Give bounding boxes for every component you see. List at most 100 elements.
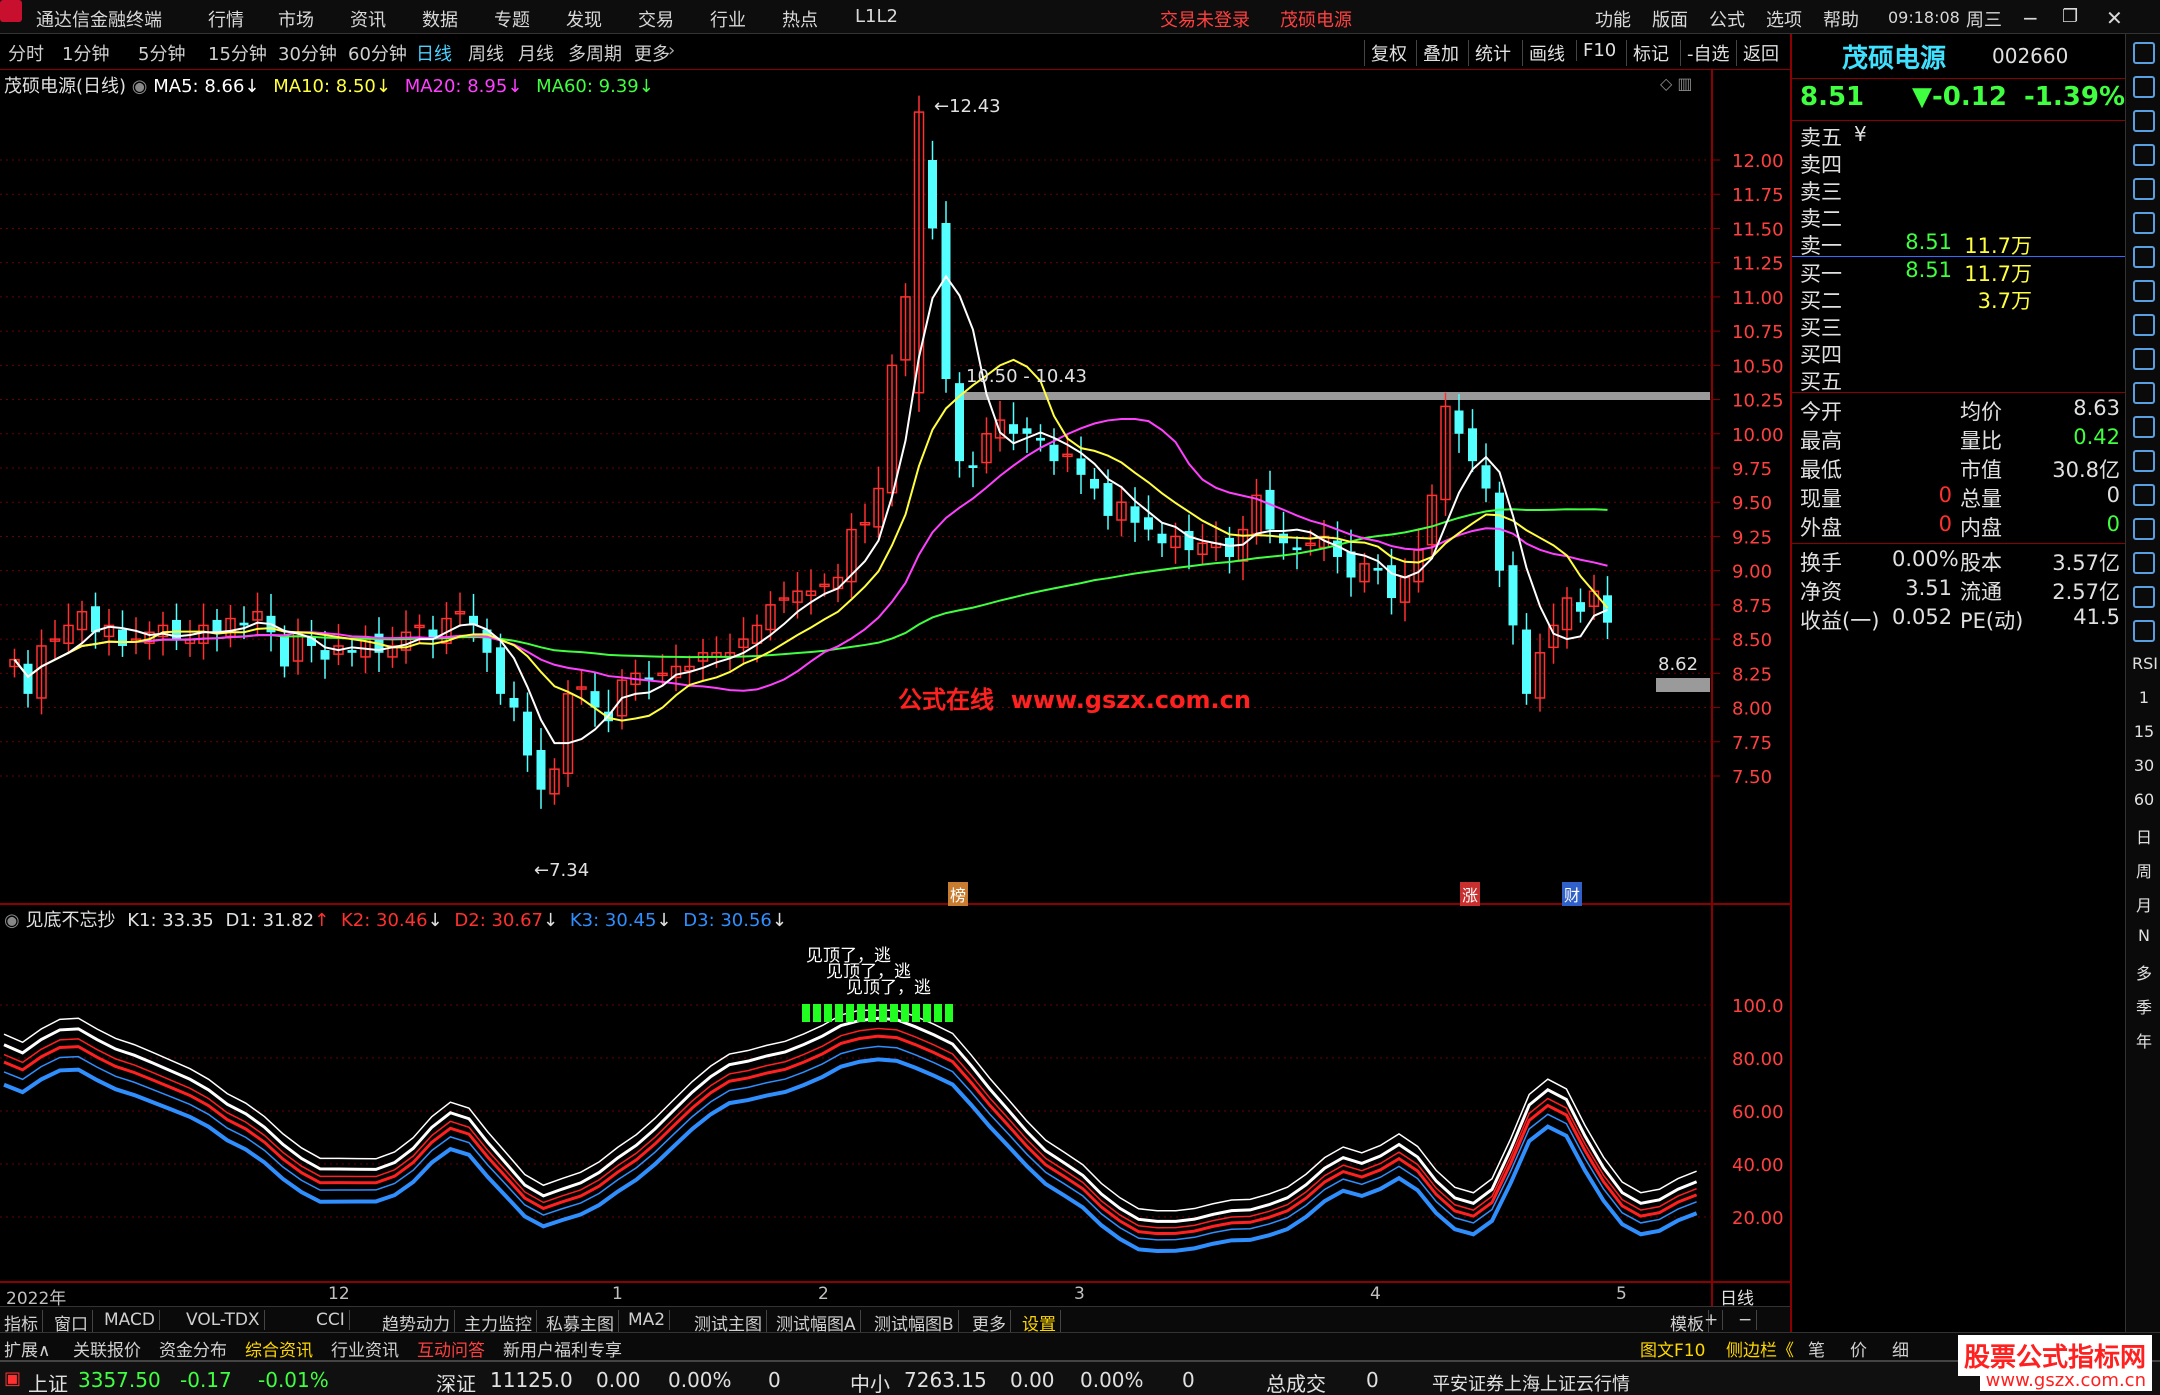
tab-multi-period[interactable]: 多周期 xyxy=(568,40,622,66)
panel-toggle[interactable]: 侧边栏《 xyxy=(1726,1336,1794,1361)
sidebar-label[interactable]: 日 xyxy=(2132,824,2156,848)
indicator-tab[interactable]: + xyxy=(1704,1310,1724,1330)
indicator-tab[interactable]: CCI xyxy=(316,1310,350,1330)
tool-f10[interactable]: F10 xyxy=(1576,40,1616,61)
extension-tab[interactable]: 行业资讯 xyxy=(331,1336,399,1361)
menu-hangye[interactable]: 行业 xyxy=(710,6,746,32)
menu-shichang[interactable]: 市场 xyxy=(278,6,314,32)
panel-toggle[interactable]: 价 xyxy=(1850,1336,1867,1361)
indicator-tab[interactable]: − xyxy=(1738,1310,1758,1330)
sidebar-label[interactable]: 多 xyxy=(2132,960,2156,984)
sidebar-label[interactable]: RSI xyxy=(2132,654,2158,673)
panel-toggle[interactable]: 图文F10 xyxy=(1640,1336,1705,1361)
sidebar-tool-icon[interactable] xyxy=(2133,144,2155,166)
sidebar-label[interactable]: 1 xyxy=(2132,688,2156,707)
tab-monthly[interactable]: 月线 xyxy=(518,40,554,66)
sidebar-tool-icon[interactable] xyxy=(2133,416,2155,438)
menu-gongshi[interactable]: 公式 xyxy=(1709,6,1745,32)
tab-1min[interactable]: 1分钟 xyxy=(62,40,109,66)
restore-icon[interactable]: ❐ xyxy=(2062,6,2078,27)
menu-xuanxiang[interactable]: 选项 xyxy=(1766,6,1802,32)
tool-biaoji[interactable]: 标记 xyxy=(1626,40,1669,66)
tab-15min[interactable]: 15分钟 xyxy=(208,40,267,66)
settings-dot-icon[interactable]: ◉ xyxy=(132,76,148,97)
tab-more[interactable]: 更多 xyxy=(634,40,670,66)
sidebar-label[interactable]: 15 xyxy=(2132,722,2156,741)
menu-bangzhu[interactable]: 帮助 xyxy=(1823,6,1859,32)
sidebar-tool-icon[interactable] xyxy=(2133,110,2155,132)
chart-area[interactable]: 12.00 11.75 11.50 11.25 11.00 10.75 10.50 10.25… xyxy=(0,70,1790,1315)
tool-diejia[interactable]: 叠加 xyxy=(1416,40,1459,66)
chart-canvas[interactable]: 12.00 11.75 11.50 11.25 11.00 10.75 10.50 10.25… xyxy=(0,70,1790,1315)
sidebar-tool-icon[interactable] xyxy=(2133,178,2155,200)
chevron-right-icon[interactable]: › xyxy=(668,40,675,61)
sidebar-label[interactable]: 年 xyxy=(2132,1028,2156,1052)
tool-fanhui[interactable]: 返回 xyxy=(1736,40,1779,66)
menu-banmian[interactable]: 版面 xyxy=(1652,6,1688,32)
menu-shuju[interactable]: 数据 xyxy=(422,6,458,32)
extension-tab[interactable]: 互动问答 xyxy=(417,1336,485,1361)
panel-toggle[interactable]: 笔 xyxy=(1808,1336,1825,1361)
menu-zhuanti[interactable]: 专题 xyxy=(494,6,530,32)
sidebar-tool-icon[interactable] xyxy=(2133,212,2155,234)
sidebar-tool-icon[interactable] xyxy=(2133,348,2155,370)
event-mark-zhang[interactable]: 涨 xyxy=(1460,882,1481,906)
tab-daily[interactable]: 日线 xyxy=(416,40,452,66)
sz-label[interactable]: 深证 xyxy=(436,1368,476,1395)
indicator-tab[interactable]: VOL-TDX xyxy=(186,1310,265,1330)
sidebar-tool-icon[interactable] xyxy=(2133,246,2155,268)
sidebar-tool-icon[interactable] xyxy=(2133,620,2155,642)
menu-redian[interactable]: 热点 xyxy=(782,6,818,32)
menu-zixun[interactable]: 资讯 xyxy=(350,6,386,32)
tab-30min[interactable]: 30分钟 xyxy=(278,40,337,66)
event-mark-bang[interactable]: 榜 xyxy=(948,882,969,906)
sidebar-tool-icon[interactable] xyxy=(2133,484,2155,506)
tool-huaxian[interactable]: 画线 xyxy=(1522,40,1565,66)
sidebar-label[interactable]: 季 xyxy=(2132,994,2156,1018)
sub-settings-icon[interactable]: ◉ xyxy=(4,910,20,931)
tab-weekly[interactable]: 周线 xyxy=(468,40,504,66)
zx-label[interactable]: 中小 xyxy=(850,1368,890,1395)
extension-tab[interactable]: 扩展∧ xyxy=(4,1336,50,1361)
sidebar-label[interactable]: N xyxy=(2132,926,2156,945)
menu-faxian[interactable]: 发现 xyxy=(566,6,602,32)
extension-tab[interactable]: 关联报价 xyxy=(73,1336,141,1361)
sidebar-label[interactable]: 月 xyxy=(2132,892,2156,916)
tool-tongji[interactable]: 统计 xyxy=(1468,40,1511,66)
tab-5min[interactable]: 5分钟 xyxy=(138,40,185,66)
indicator-tab[interactable]: MA2 xyxy=(628,1310,671,1330)
sidebar-tool-icon[interactable] xyxy=(2133,552,2155,574)
sidebar-tool-icon[interactable] xyxy=(2133,450,2155,472)
login-status[interactable]: 交易未登录 xyxy=(1160,6,1250,32)
indicator-tab[interactable]: MACD xyxy=(104,1310,160,1330)
sidebar-tool-icon[interactable] xyxy=(2133,280,2155,302)
event-mark-cai[interactable]: 财 xyxy=(1562,882,1583,906)
extension-tab[interactable]: 综合资讯 xyxy=(245,1336,313,1361)
menu-gongneng[interactable]: 功能 xyxy=(1595,6,1631,32)
sh-label[interactable]: 上证 xyxy=(28,1368,68,1395)
sidebar-tool-icon[interactable] xyxy=(2133,586,2155,608)
tab-60min[interactable]: 60分钟 xyxy=(348,40,407,66)
sidebar-tool-icon[interactable] xyxy=(2133,382,2155,404)
tool-fuquan[interactable]: 复权 xyxy=(1364,40,1407,66)
sidebar-tool-icon[interactable] xyxy=(2133,518,2155,540)
extension-tab[interactable]: 资金分布 xyxy=(159,1336,227,1361)
sidebar-label[interactable]: 60 xyxy=(2132,790,2156,809)
sidebar-tool-icon[interactable] xyxy=(2133,76,2155,98)
tab-fenshi[interactable]: 分时 xyxy=(8,40,44,66)
close-icon[interactable]: ✕ xyxy=(2106,6,2123,30)
panel-toggle[interactable]: 细 xyxy=(1892,1336,1909,1361)
tool-zixuan[interactable]: -自选 xyxy=(1680,40,1730,66)
collapse-icon[interactable]: ◇ ▥ xyxy=(1660,74,1693,93)
sidebar-label[interactable]: 30 xyxy=(2132,756,2156,775)
extension-tab[interactable]: 新用户福利专享 xyxy=(503,1336,622,1361)
stat-label: 现量 xyxy=(1800,487,1842,511)
sidebar-label[interactable]: 周 xyxy=(2132,858,2156,882)
sidebar-tool-icon[interactable] xyxy=(2133,42,2155,64)
sidebar-tool-icon[interactable] xyxy=(2133,314,2155,336)
menu-hangqing[interactable]: 行情 xyxy=(208,6,244,32)
menu-l1l2[interactable]: L1L2 xyxy=(855,6,898,27)
minimize-icon[interactable]: − xyxy=(2022,6,2039,30)
signal-bar xyxy=(945,1004,953,1022)
menu-jiaoyi[interactable]: 交易 xyxy=(638,6,674,32)
